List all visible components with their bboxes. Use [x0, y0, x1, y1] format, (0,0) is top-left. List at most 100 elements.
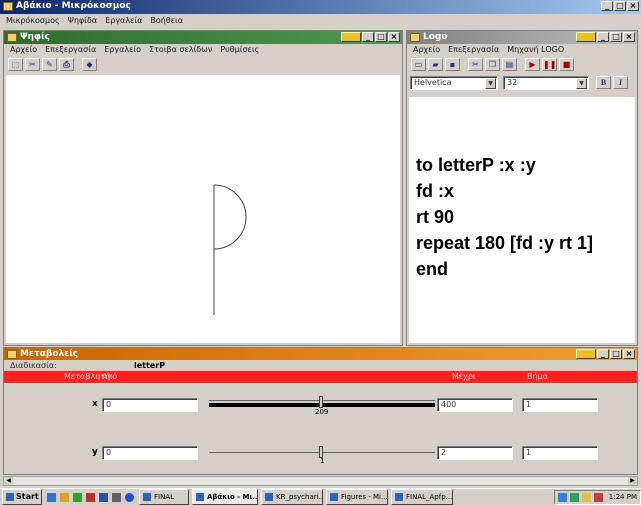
volume-icon[interactable]	[581, 492, 591, 502]
variable-slider[interactable]: 209	[209, 396, 435, 416]
procedure-label: Διαδικασία:	[10, 361, 57, 370]
run-icon[interactable]: ▶	[525, 57, 540, 71]
task-figures[interactable]: Figures - Mi...	[326, 489, 388, 505]
font-name-select[interactable]: Helvetica ▼	[410, 76, 498, 90]
header-step: Βήμα	[527, 372, 548, 381]
step-field[interactable]: 1	[522, 398, 598, 412]
start-button[interactable]: Start	[2, 489, 42, 505]
pause-icon[interactable]: ❚❚	[542, 57, 557, 71]
media-icon[interactable]	[99, 492, 108, 502]
open-file-icon[interactable]: ▰	[428, 57, 443, 71]
menu-tile[interactable]: Ψηφίδα	[68, 15, 98, 28]
menu-settings[interactable]: Ρυθμίσεις	[220, 44, 259, 56]
new-file-icon[interactable]: ▭	[411, 57, 426, 71]
copy-icon[interactable]: ❐	[485, 57, 500, 71]
bold-button[interactable]: B	[596, 76, 611, 89]
maximize-icon[interactable]: □	[610, 349, 622, 359]
browser-icon[interactable]	[73, 492, 82, 502]
horizontal-scrollbar[interactable]: ◀ ▶	[3, 476, 638, 486]
menu-help[interactable]: Βοήθεια	[150, 15, 183, 28]
maximize-icon[interactable]: □	[610, 32, 622, 42]
turtle-canvas[interactable]	[6, 75, 400, 343]
logo-window-icon	[410, 33, 420, 42]
stop-icon[interactable]: ■	[559, 57, 574, 71]
menu-tools[interactable]: Εργαλεία	[105, 15, 142, 28]
chevron-down-icon[interactable]: ▼	[576, 78, 587, 89]
code-line: to letterP :x :y	[416, 155, 536, 175]
font-size-select[interactable]: 32 ▼	[503, 76, 589, 90]
menu-logo-engine[interactable]: Μηχανή LOGO	[507, 44, 564, 56]
menu-file[interactable]: Αρχείο	[10, 44, 37, 56]
close-icon[interactable]: ×	[627, 1, 639, 11]
folder-icon[interactable]	[60, 492, 69, 502]
desktop-icon[interactable]	[47, 492, 56, 502]
logo-code-editor[interactable]: to letterP :x :y fd :x rt 90 repeat 180 …	[409, 97, 635, 343]
task-final-apfp[interactable]: FINAL_Apfp...	[391, 489, 453, 505]
cut-icon[interactable]: ✂	[468, 57, 483, 71]
menu-tool[interactable]: Εργαλείο	[104, 44, 141, 56]
code-line: repeat 180 [fd :y rt 1]	[416, 233, 594, 253]
procedure-name: letterP	[134, 361, 166, 370]
paint-tool-icon[interactable]: ✎	[42, 57, 57, 71]
save-icon[interactable]: ▪	[445, 57, 460, 71]
font-size-value: 32	[507, 78, 518, 87]
minimize-icon[interactable]: _	[362, 32, 374, 42]
code-line: fd :x	[416, 181, 454, 201]
turtle-window-titlebar: Ψηφίς _ □ ×	[4, 31, 402, 44]
menu-file[interactable]: Αρχείο	[413, 44, 440, 56]
quick-launch	[47, 492, 136, 502]
variables-window-titlebar: Μεταβολείς _ □ ×	[4, 348, 637, 360]
antivirus-icon[interactable]	[593, 492, 603, 502]
network-icon[interactable]	[557, 492, 567, 502]
scroll-right-icon[interactable]: ▶	[628, 477, 637, 485]
maximize-icon[interactable]: □	[375, 32, 387, 42]
chevron-down-icon[interactable]: ▼	[485, 78, 496, 89]
scroll-left-icon[interactable]: ◀	[4, 477, 13, 485]
pin-button[interactable]	[341, 32, 361, 42]
task-kr-psychari[interactable]: KR_psychari...	[261, 489, 323, 505]
turtle-window: Ψηφίς _ □ × Αρχείο Επεξεργασία Εργαλείο …	[3, 30, 403, 346]
print-icon[interactable]: ⎙	[59, 57, 74, 71]
cut-tool-icon[interactable]: ✂	[25, 57, 40, 71]
select-tool-icon[interactable]: ⬚	[8, 57, 23, 71]
close-icon[interactable]: ×	[388, 32, 400, 42]
variable-slider[interactable]: 1	[209, 446, 435, 465]
menu-edit[interactable]: Επεξεργασία	[448, 44, 499, 56]
italic-button[interactable]: I	[613, 76, 628, 89]
turtle-window-controls: _ □ ×	[341, 32, 400, 42]
pin-button[interactable]	[576, 32, 596, 42]
logo-window-title: Logo	[423, 32, 448, 42]
slider-thumb[interactable]	[319, 396, 323, 408]
security-icon[interactable]	[569, 492, 579, 502]
minimize-icon[interactable]: _	[597, 349, 609, 359]
menu-edit[interactable]: Επεξεργασία	[45, 44, 96, 56]
pin-button[interactable]	[576, 349, 596, 359]
variable-row-x: x 0 209 400 1	[4, 394, 634, 418]
close-icon[interactable]: ×	[623, 349, 635, 359]
from-field[interactable]: 0	[102, 398, 198, 412]
to-field[interactable]: 2	[437, 446, 513, 460]
turtle-window-menubar: Αρχείο Επεξεργασία Εργαλείο Στοιβα σελίδ…	[4, 44, 402, 56]
variables-header: Μεταβλητή Από Μέχρι Βήμα	[4, 371, 637, 383]
logo-window: Logo _ □ × Αρχείο Επεξεργασία Μηχανή LOG…	[406, 30, 638, 346]
minimize-icon[interactable]: _	[601, 1, 613, 11]
turtle-tool-icon[interactable]: ◆	[82, 57, 97, 71]
app-icon[interactable]	[86, 492, 95, 502]
ie-icon[interactable]	[125, 492, 134, 502]
app-window-controls: _ □ ×	[601, 1, 639, 11]
minimize-icon[interactable]: _	[597, 32, 609, 42]
paste-icon[interactable]: ▤	[502, 57, 517, 71]
menu-microworld[interactable]: Μικρόκοσμος	[6, 15, 60, 28]
step-field[interactable]: 1	[522, 446, 598, 460]
close-icon[interactable]: ×	[623, 32, 635, 42]
maximize-icon[interactable]: □	[614, 1, 626, 11]
task-final[interactable]: FINAL	[139, 489, 189, 505]
font-name-value: Helvetica	[414, 78, 452, 87]
menu-page-stack[interactable]: Στοιβα σελίδων	[149, 44, 212, 56]
from-field[interactable]: 0	[102, 446, 198, 460]
variables-window-title: Μεταβολείς	[20, 349, 79, 359]
task-abakio[interactable]: Αβάκιο - Μι...	[192, 489, 258, 505]
logo-window-controls: _ □ ×	[576, 32, 635, 42]
cursor-icon[interactable]	[112, 492, 121, 502]
to-field[interactable]: 400	[437, 398, 513, 412]
